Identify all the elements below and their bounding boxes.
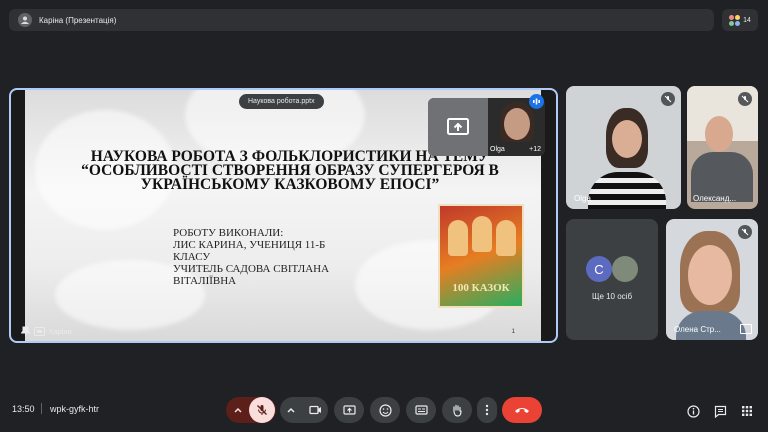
slide-page-number: 1 <box>511 329 515 335</box>
slide-body-line: ВІТАЛІЇВНА <box>173 275 237 287</box>
participant-face <box>705 116 733 152</box>
participant-name: Олександ... <box>693 194 737 203</box>
slide-body: РОБОТУ ВИКОНАЛИ: ЛИС КАРИНА, УЧЕНИЦЯ 11-… <box>173 227 393 287</box>
camera-control-group <box>280 397 328 423</box>
people-button[interactable]: 14 <box>722 9 758 31</box>
mic-off-icon <box>741 95 749 103</box>
camera-toggle-button[interactable] <box>302 405 328 415</box>
more-participants-label: Ще 10 осіб <box>591 292 633 301</box>
video-options-button[interactable] <box>280 407 302 413</box>
participant-face <box>688 245 732 305</box>
leave-call-button[interactable] <box>502 397 542 423</box>
pin-icon[interactable] <box>21 326 30 336</box>
self-view-pip[interactable]: Olga +12 <box>428 98 545 156</box>
slide-heading: НАУКОВА РОБОТА З ФОЛЬКЛОРИСТИКИ НА ТЕМУ … <box>81 148 499 193</box>
participant-tile-olga[interactable]: Olga <box>566 86 681 209</box>
participant-face <box>612 120 642 158</box>
hand-icon <box>453 404 462 417</box>
presentation-stage[interactable]: НАУКОВА РОБОТА З ФОЛЬКЛОРИСТИКИ НА ТЕМУ … <box>9 88 558 343</box>
more-participants-tile[interactable]: C Ще 10 осіб <box>566 219 658 340</box>
slide-body-line: КЛАСУ <box>173 251 211 263</box>
pip-extra-count: +12 <box>529 146 541 153</box>
audio-level-icon <box>533 98 540 105</box>
present-button[interactable] <box>334 397 364 423</box>
share-screen-preview[interactable] <box>428 98 488 156</box>
pip-icon[interactable] <box>740 324 752 334</box>
present-icon <box>342 404 356 415</box>
participant-tile-olena[interactable]: Олена Стр... <box>666 219 758 340</box>
participant-avatar-photo <box>612 256 638 282</box>
participant-avatar: C <box>586 256 612 282</box>
stage-footer: Каріна <box>21 326 72 336</box>
camera-icon <box>308 405 321 415</box>
participant-name: Олена Стр... <box>674 325 721 334</box>
chat-icon <box>714 405 726 418</box>
mic-control-group <box>226 397 276 423</box>
presenter-avatar <box>18 13 32 27</box>
more-vert-icon <box>485 404 489 416</box>
presenting-icon <box>34 326 45 336</box>
chevron-up-icon <box>234 407 242 413</box>
audio-options-button[interactable] <box>227 407 249 413</box>
slide-body-line: ЛИС КАРИНА, УЧЕНИЦЯ 11-Б <box>173 239 326 251</box>
participants-icon <box>729 14 741 26</box>
mic-off-icon <box>257 405 267 415</box>
apps-grid-icon <box>742 406 752 416</box>
presentation-banner[interactable]: Каріна (Презентація) <box>9 9 714 31</box>
meeting-details-button[interactable] <box>686 404 700 418</box>
mic-toggle-button[interactable] <box>249 397 275 423</box>
reactions-button[interactable] <box>370 397 400 423</box>
presenter-name: Каріна <box>49 326 72 336</box>
captions-icon <box>414 405 428 415</box>
clock: 13:50 <box>12 404 35 414</box>
speaking-indicator <box>529 94 544 109</box>
meeting-code: wpk-gyfk-htr <box>50 404 100 414</box>
book-figure <box>472 216 492 252</box>
captions-button[interactable] <box>406 397 436 423</box>
chevron-up-icon <box>287 407 295 413</box>
person-icon <box>21 16 29 24</box>
presentation-title: Каріна (Презентація) <box>39 15 117 25</box>
present-icon <box>447 118 469 135</box>
raise-hand-button[interactable] <box>442 397 472 423</box>
participant-tile-oleksandr[interactable]: Олександ... <box>687 86 758 209</box>
info-icon <box>686 404 700 418</box>
emoji-icon <box>378 403 392 417</box>
chat-button[interactable] <box>713 404 727 418</box>
book-figure <box>496 220 516 256</box>
slide-body-line: РОБОТУ ВИКОНАЛИ: <box>173 227 284 239</box>
participant-count: 14 <box>743 16 751 24</box>
file-name-chip: Наукова робота.pptx <box>239 94 324 109</box>
book-figure <box>448 220 468 256</box>
mic-off-icon <box>664 95 672 103</box>
participant-face <box>504 108 530 140</box>
slide-body-line: УЧИТЕЛЬ САДОВА СВІТЛАНА <box>173 263 330 275</box>
participant-name: Olga <box>574 194 591 203</box>
bottom-toolbar: 13:50 wpk-gyfk-htr <box>0 390 768 430</box>
mic-off-indicator <box>738 92 752 106</box>
divider <box>41 403 42 414</box>
book-title: 100 КАЗОК <box>452 282 510 294</box>
more-options-button[interactable] <box>477 397 497 423</box>
mic-off-indicator <box>661 92 675 106</box>
book-cover-image: 100 КАЗОК <box>438 204 524 308</box>
activities-button[interactable] <box>740 404 754 418</box>
mic-off-indicator <box>738 225 752 239</box>
pip-name: Olga <box>490 146 505 153</box>
mic-off-icon <box>741 228 749 236</box>
participant-clothing <box>588 172 666 209</box>
end-call-icon <box>515 408 529 413</box>
